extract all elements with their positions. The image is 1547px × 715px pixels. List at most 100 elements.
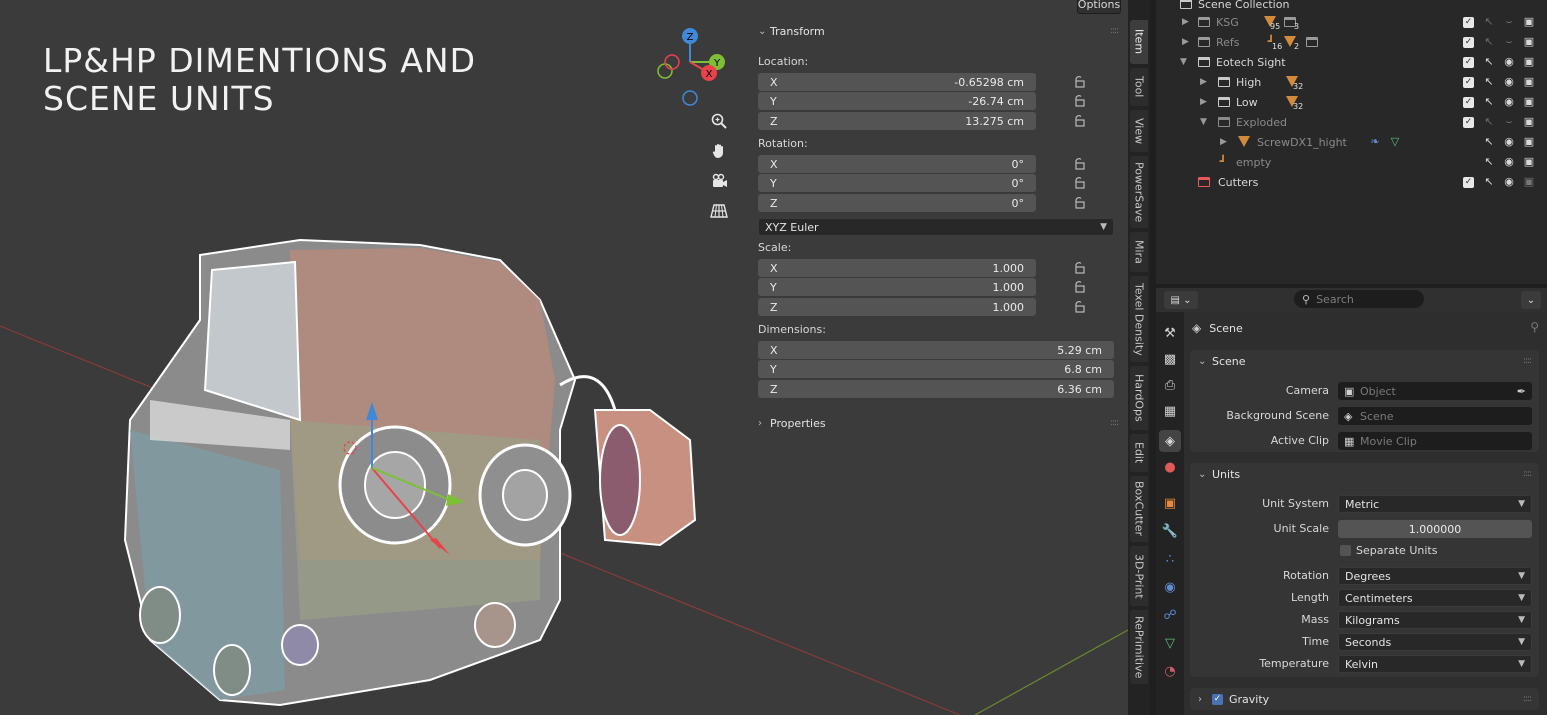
tab-item[interactable]: Item xyxy=(1130,20,1148,64)
data-tab-icon[interactable]: ▽ xyxy=(1159,632,1181,654)
particles-tab-icon[interactable]: ∴ xyxy=(1159,548,1181,570)
lock-icon[interactable] xyxy=(1072,114,1086,128)
drag-grip-icon[interactable]: :::: xyxy=(1523,469,1532,479)
outliner-row-ksg[interactable]: ▶ KSG 95 3 ✓ ↖ ⌣ ▣ xyxy=(1156,12,1547,32)
select-arrow-icon[interactable]: ↖ xyxy=(1482,135,1496,149)
lock-icon[interactable] xyxy=(1072,176,1086,190)
drag-grip-icon[interactable]: :::: xyxy=(1523,694,1532,704)
active-clip-field[interactable]: ▦ Movie Clip xyxy=(1338,432,1532,450)
select-arrow-icon[interactable]: ↖ xyxy=(1482,55,1496,69)
dimensions-z-field[interactable]: Z 6.36 cm xyxy=(758,380,1114,398)
gravity-checkbox[interactable]: ✓ xyxy=(1212,693,1223,705)
drag-grip-icon[interactable]: :::: xyxy=(1110,418,1119,428)
outliner-row-eotech-sight[interactable]: ▼ Eotech Sight ✓ ↖ ◉ ▣ xyxy=(1156,52,1547,72)
lock-icon[interactable] xyxy=(1072,94,1086,108)
temperature-units-dropdown[interactable]: Kelvin ▼ xyxy=(1338,655,1532,673)
location-x-field[interactable]: X -0.65298 cm xyxy=(758,73,1036,91)
modifier-tab-icon[interactable]: 🔧 xyxy=(1159,520,1181,542)
camera-icon[interactable]: ▣ xyxy=(1522,135,1536,149)
include-checkbox[interactable]: ✓ xyxy=(1463,36,1474,48)
units-panel-header[interactable]: ⌄ Units :::: xyxy=(1190,463,1539,485)
outliner-row-screwdx1-hight[interactable]: ▶ ScrewDX1_hight ❧ ▽ ↖ ◉ ▣ xyxy=(1156,132,1547,152)
wrench-icon[interactable]: ❧ xyxy=(1368,135,1382,149)
length-units-dropdown[interactable]: Centimeters ▼ xyxy=(1338,589,1532,607)
eye-icon[interactable]: ◉ xyxy=(1502,175,1516,189)
eye-icon[interactable]: ◉ xyxy=(1502,55,1516,69)
options-button[interactable]: Options xyxy=(1077,0,1121,14)
location-y-field[interactable]: Y -26.74 cm xyxy=(758,92,1036,110)
lock-icon[interactable] xyxy=(1072,75,1086,89)
dimensions-y-field[interactable]: Y 6.8 cm xyxy=(758,360,1114,378)
camera-icon[interactable]: ▣ xyxy=(1522,95,1536,109)
camera-icon[interactable]: ▣ xyxy=(1522,35,1536,49)
mass-units-dropdown[interactable]: Kilograms ▼ xyxy=(1338,611,1532,629)
editor-type-dropdown[interactable]: ▤ ⌄ xyxy=(1164,291,1198,309)
properties-panel-header[interactable]: › Properties :::: xyxy=(750,412,1126,434)
ortho-grid-icon[interactable] xyxy=(706,198,732,224)
rotation-z-field[interactable]: Z 0° xyxy=(758,194,1036,212)
tab-mira[interactable]: Mira xyxy=(1130,232,1148,272)
outliner-row-high[interactable]: ▶ High 32 ✓ ↖ ◉ ▣ xyxy=(1156,72,1547,92)
vertex-group-icon[interactable]: ▽ xyxy=(1388,135,1402,149)
outliner-row-low[interactable]: ▶ Low 32 ✓ ↖ ◉ ▣ xyxy=(1156,92,1547,112)
include-checkbox[interactable]: ✓ xyxy=(1463,96,1474,108)
tab-reprimitive[interactable]: RePrimitive xyxy=(1130,610,1148,684)
tab-view[interactable]: View xyxy=(1130,110,1148,152)
scale-z-field[interactable]: Z 1.000 xyxy=(758,298,1036,316)
output-tab-icon[interactable]: ⎙ xyxy=(1159,374,1181,396)
outliner-row-cutters[interactable]: Cutters ✓ ↖ ◉ ▣ xyxy=(1156,172,1547,192)
camera-icon[interactable]: ▣ xyxy=(1522,155,1536,169)
drag-grip-icon[interactable]: :::: xyxy=(1110,26,1119,36)
eye-icon[interactable]: ◉ xyxy=(1502,135,1516,149)
rotation-y-field[interactable]: Y 0° xyxy=(758,174,1036,192)
select-arrow-icon[interactable]: ↖ xyxy=(1482,15,1496,29)
pin-icon[interactable]: ⚲ xyxy=(1530,320,1539,334)
camera-view-icon[interactable] xyxy=(706,168,732,194)
include-checkbox[interactable]: ✓ xyxy=(1463,76,1474,88)
tab-hardops[interactable]: HardOps xyxy=(1130,366,1148,430)
outliner-row-empty[interactable]: ┛ empty ↖ ◉ ▣ xyxy=(1156,152,1547,172)
camera-icon[interactable]: ▣ xyxy=(1522,175,1536,189)
camera-field[interactable]: ▣ Object ✒ xyxy=(1338,382,1532,400)
select-arrow-icon[interactable]: ↖ xyxy=(1482,75,1496,89)
separate-units-checkbox[interactable] xyxy=(1340,545,1351,556)
include-checkbox[interactable]: ✓ xyxy=(1463,16,1474,28)
zoom-icon[interactable] xyxy=(706,108,732,134)
eye-closed-icon[interactable]: ⌣ xyxy=(1502,115,1516,129)
camera-icon[interactable]: ▣ xyxy=(1522,115,1536,129)
lock-icon[interactable] xyxy=(1072,196,1086,210)
time-units-dropdown[interactable]: Seconds ▼ xyxy=(1338,633,1532,651)
unit-scale-field[interactable]: 1.000000 xyxy=(1338,520,1532,538)
tab-tool[interactable]: Tool xyxy=(1130,68,1148,106)
scale-x-field[interactable]: X 1.000 xyxy=(758,259,1036,277)
pan-hand-icon[interactable] xyxy=(706,138,732,164)
tab-powersave[interactable]: PowerSave xyxy=(1130,156,1148,228)
rotation-units-dropdown[interactable]: Degrees ▼ xyxy=(1338,567,1532,585)
gravity-panel-header[interactable]: › ✓ Gravity :::: xyxy=(1190,688,1539,710)
camera-icon[interactable]: ▣ xyxy=(1522,15,1536,29)
include-checkbox[interactable]: ✓ xyxy=(1463,56,1474,68)
include-checkbox[interactable]: ✓ xyxy=(1463,176,1474,188)
3d-viewport[interactable]: Z Y X LP&HP DIMENTIONS AND SCENE UNITS O… xyxy=(0,0,1128,715)
lock-icon[interactable] xyxy=(1072,280,1086,294)
drag-grip-icon[interactable]: :::: xyxy=(1523,356,1532,366)
tab-texel-density[interactable]: Texel Density xyxy=(1130,276,1148,362)
background-scene-field[interactable]: ◈ Scene xyxy=(1338,407,1532,425)
select-arrow-icon[interactable]: ↖ xyxy=(1482,175,1496,189)
material-tab-icon[interactable]: ◔ xyxy=(1159,660,1181,682)
scene-tab-icon[interactable]: ◈ xyxy=(1159,430,1181,452)
select-arrow-icon[interactable]: ↖ xyxy=(1482,115,1496,129)
tool-tab-icon[interactable]: ⚒ xyxy=(1159,322,1181,344)
outliner-row-refs[interactable]: ▶ Refs ┛ 16 2 ✓ ↖ ⌣ ▣ xyxy=(1156,32,1547,52)
render-tab-icon[interactable]: ▩ xyxy=(1159,348,1181,370)
select-arrow-icon[interactable]: ↖ xyxy=(1482,35,1496,49)
navigation-gizmo[interactable]: Z Y X xyxy=(657,28,725,106)
camera-icon[interactable]: ▣ xyxy=(1522,55,1536,69)
eyedropper-icon[interactable]: ✒ xyxy=(1517,385,1526,398)
lock-icon[interactable] xyxy=(1072,261,1086,275)
object-tab-icon[interactable]: ▣ xyxy=(1159,492,1181,514)
scale-y-field[interactable]: Y 1.000 xyxy=(758,278,1036,296)
search-input[interactable]: ⚲ Search xyxy=(1294,290,1424,308)
world-tab-icon[interactable]: ● xyxy=(1159,456,1181,478)
outliner-row-exploded[interactable]: ▼ Exploded ✓ ↖ ⌣ ▣ xyxy=(1156,112,1547,132)
